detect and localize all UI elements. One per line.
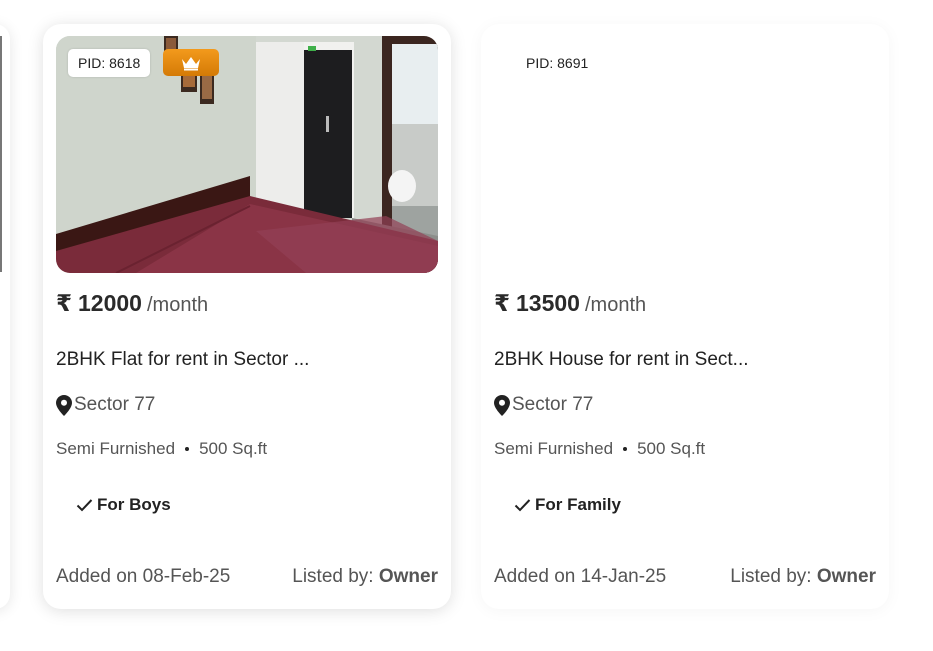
added-date: Added on 14-Jan-25: [494, 566, 667, 587]
price-period: /month: [146, 294, 209, 316]
listing-footer: Added on 08-Feb-25 Listed by: Owner: [56, 566, 438, 588]
tenant-label: For Boys: [97, 495, 171, 514]
previous-card-image-edge: [0, 36, 2, 272]
crown-icon: [182, 56, 200, 70]
price-period: /month: [584, 294, 647, 316]
rent-price: ₹12000/month: [56, 290, 208, 317]
checkmark-icon: [76, 499, 93, 512]
listing-photo[interactable]: PID: 8618: [56, 36, 438, 273]
listed-by-value: Owner: [816, 566, 876, 587]
listed-by: Listed by: Owner: [292, 566, 438, 588]
currency-symbol: ₹: [56, 290, 73, 316]
price-amount: 13500: [516, 290, 580, 316]
separator-dot: [623, 447, 628, 451]
furnishing-status: Semi Furnished: [494, 439, 614, 458]
listing-location: Sector 77: [56, 394, 155, 416]
added-date: Added on 08-Feb-25: [56, 566, 231, 587]
location-label: Sector 77: [74, 394, 156, 415]
listing-title[interactable]: 2BHK Flat for rent in Sector ...: [56, 349, 309, 371]
area-size: 500 Sq.ft: [637, 439, 706, 458]
listed-by: Listed by: Owner: [730, 566, 876, 588]
listed-by-value: Owner: [378, 566, 438, 587]
listing-footer: Added on 14-Jan-25 Listed by: Owner: [494, 566, 876, 588]
property-id-badge: PID: 8691: [516, 49, 599, 77]
listing-location: Sector 77: [494, 394, 593, 416]
listing-card[interactable]: PID: 8691 ₹13500/month 2BHK House for re…: [481, 24, 889, 609]
premium-badge: [163, 49, 219, 76]
listing-photo[interactable]: PID: 8691: [494, 36, 876, 273]
listed-by-label: Listed by:: [730, 566, 812, 587]
map-pin-icon: [494, 394, 510, 416]
furnishing-status: Semi Furnished: [56, 439, 176, 458]
listing-specs: Semi Furnished 500 Sq.ft: [494, 439, 705, 459]
listing-specs: Semi Furnished 500 Sq.ft: [56, 439, 267, 459]
tenant-label: For Family: [535, 495, 621, 514]
listing-title[interactable]: 2BHK House for rent in Sect...: [494, 349, 749, 371]
area-size: 500 Sq.ft: [199, 439, 268, 458]
separator-dot: [185, 447, 190, 451]
price-amount: 12000: [78, 290, 142, 316]
property-id-badge: PID: 8618: [68, 49, 151, 77]
previous-listing-card-edge[interactable]: [0, 24, 10, 609]
checkmark-icon: [514, 499, 531, 512]
listed-by-label: Listed by:: [292, 566, 374, 587]
location-label: Sector 77: [512, 394, 594, 415]
rent-price: ₹13500/month: [494, 290, 646, 317]
map-pin-icon: [56, 394, 72, 416]
preferred-tenant: For Family: [514, 495, 621, 515]
listing-card[interactable]: PID: 8618 ₹12000/month 2BHK Flat for ren…: [43, 24, 451, 609]
preferred-tenant: For Boys: [76, 495, 171, 515]
currency-symbol: ₹: [494, 290, 511, 316]
